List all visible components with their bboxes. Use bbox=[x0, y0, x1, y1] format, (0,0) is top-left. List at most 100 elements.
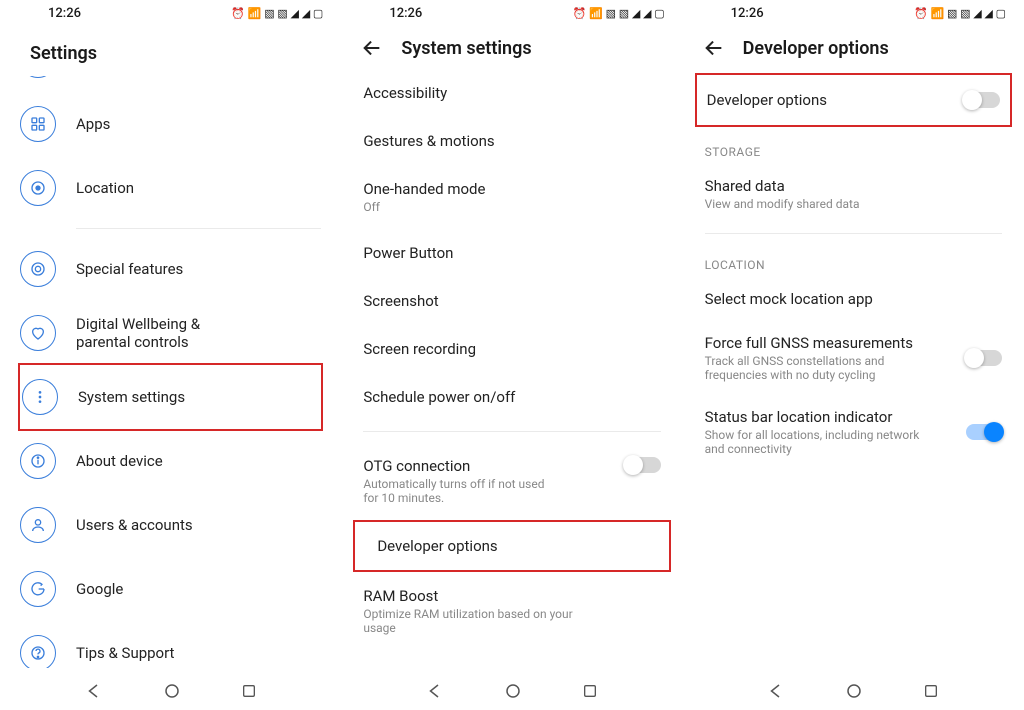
settings-item-label: Users & accounts bbox=[76, 516, 193, 534]
system-item-one-handed[interactable]: One-handed mode Off bbox=[341, 165, 682, 229]
screen-settings: 12:26 ⏰ 📶 ▧ ▧ ◢ ◢ ▢ Settings Battery App… bbox=[0, 0, 341, 710]
settings-item-special-features[interactable]: Special features bbox=[20, 237, 321, 301]
item-sub: Off bbox=[363, 200, 660, 214]
system-item-gestures[interactable]: Gestures & motions bbox=[341, 117, 682, 165]
settings-item-label: Apps bbox=[76, 115, 110, 133]
system-item-backup-reset[interactable]: Back up and reset bbox=[341, 650, 682, 668]
settings-item-users-accounts[interactable]: Users & accounts bbox=[20, 493, 321, 557]
screen-developer-options: 12:26 ⏰ 📶 ▧ ▧ ◢ ◢ ▢ Developer options De… bbox=[683, 0, 1024, 710]
status-bar: 12:26 ⏰ 📶 ▧ ▧ ◢ ◢ ▢ bbox=[0, 0, 341, 27]
settings-item-google[interactable]: Google bbox=[20, 557, 321, 621]
settings-item-tips-support[interactable]: Tips & Support bbox=[20, 621, 321, 668]
divider bbox=[76, 228, 321, 229]
nav-recent-icon[interactable] bbox=[241, 683, 257, 699]
system-item-screen-recording[interactable]: Screen recording bbox=[341, 325, 682, 373]
dev-item-status-bar-location[interactable]: Status bar location indicator Show for a… bbox=[683, 394, 1024, 468]
item-label: One-handed mode bbox=[363, 180, 660, 198]
settings-item-label: System settings bbox=[78, 388, 185, 406]
settings-item-apps[interactable]: Apps bbox=[20, 92, 321, 156]
settings-item-system-settings[interactable]: System settings bbox=[22, 365, 319, 429]
status-bar: 12:26 ⏰ 📶 ▧ ▧ ◢ ◢ ▢ bbox=[683, 0, 1024, 27]
nav-bar bbox=[683, 668, 1024, 710]
system-item-developer-options[interactable]: Developer options bbox=[365, 522, 658, 570]
special-icon bbox=[20, 251, 56, 287]
dev-options-master-toggle[interactable] bbox=[964, 92, 1000, 108]
item-label: Force full GNSS measurements bbox=[705, 334, 950, 352]
nav-recent-icon[interactable] bbox=[923, 683, 939, 699]
screen-system-settings: 12:26 ⏰ 📶 ▧ ▧ ◢ ◢ ▢ System settings Acce… bbox=[341, 0, 682, 710]
nav-bar bbox=[341, 668, 682, 710]
item-sub: Track all GNSS constellations and freque… bbox=[705, 354, 950, 382]
dev-item-mock-location[interactable]: Select mock location app bbox=[683, 276, 1024, 320]
nav-bar bbox=[0, 668, 341, 710]
divider bbox=[363, 431, 660, 432]
status-time: 12:26 bbox=[389, 6, 422, 21]
item-label: Screen recording bbox=[363, 340, 660, 358]
item-sub: Automatically turns off if not used for … bbox=[363, 477, 612, 505]
dev-item-gnss[interactable]: Force full GNSS measurements Track all G… bbox=[683, 320, 1024, 394]
back-button[interactable] bbox=[361, 37, 383, 59]
item-label: OTG connection bbox=[363, 457, 612, 475]
nav-recent-icon[interactable] bbox=[582, 683, 598, 699]
settings-item-battery[interactable]: Battery bbox=[20, 76, 321, 92]
location-icon bbox=[20, 170, 56, 206]
nav-back-icon[interactable] bbox=[767, 682, 785, 700]
settings-item-about-device[interactable]: About device bbox=[20, 429, 321, 493]
settings-item-label: Location bbox=[76, 179, 134, 197]
system-item-ram-boost[interactable]: RAM Boost Optimize RAM utilization based… bbox=[341, 572, 682, 650]
dev-item-shared-data[interactable]: Shared data View and modify shared data bbox=[683, 163, 1024, 223]
apps-icon bbox=[20, 106, 56, 142]
status-time: 12:26 bbox=[731, 6, 764, 21]
item-sub: Show for all locations, including networ… bbox=[705, 428, 950, 456]
item-label: Accessibility bbox=[363, 84, 660, 102]
user-icon bbox=[20, 507, 56, 543]
status-icons: ⏰ 📶 ▧ ▧ ◢ ◢ ▢ bbox=[231, 7, 323, 20]
item-label: Back up and reset bbox=[363, 665, 660, 668]
nav-back-icon[interactable] bbox=[85, 682, 103, 700]
page-title: Developer options bbox=[743, 38, 889, 59]
status-icons: ⏰ 📶 ▧ ▧ ◢ ◢ ▢ bbox=[914, 7, 1006, 20]
status-bar: 12:26 ⏰ 📶 ▧ ▧ ◢ ◢ ▢ bbox=[341, 0, 682, 27]
settings-item-location[interactable]: Location bbox=[20, 156, 321, 220]
dev-options-master-toggle-row[interactable]: Developer options bbox=[697, 75, 1010, 125]
more-vert-icon bbox=[22, 379, 58, 415]
settings-item-wellbeing[interactable]: Digital Wellbeing & parental controls bbox=[20, 301, 321, 365]
nav-back-icon[interactable] bbox=[426, 682, 444, 700]
system-item-power-button[interactable]: Power Button bbox=[341, 229, 682, 277]
help-icon bbox=[20, 635, 56, 668]
settings-item-label: Google bbox=[76, 580, 123, 598]
nav-home-icon[interactable] bbox=[504, 682, 522, 700]
page-title: Settings bbox=[30, 43, 97, 64]
heart-icon bbox=[20, 315, 56, 351]
settings-item-label: Tips & Support bbox=[76, 644, 174, 662]
item-label: Schedule power on/off bbox=[363, 388, 660, 406]
system-item-otg[interactable]: OTG connection Automatically turns off i… bbox=[341, 442, 682, 520]
item-label: Gestures & motions bbox=[363, 132, 660, 150]
item-label: Power Button bbox=[363, 244, 660, 262]
settings-item-label: About device bbox=[76, 452, 163, 470]
item-label: Screenshot bbox=[363, 292, 660, 310]
otg-toggle[interactable] bbox=[625, 457, 661, 473]
page-title: System settings bbox=[401, 38, 531, 59]
system-item-screenshot[interactable]: Screenshot bbox=[341, 277, 682, 325]
nav-home-icon[interactable] bbox=[163, 682, 181, 700]
item-label: Select mock location app bbox=[705, 290, 1002, 308]
google-icon bbox=[20, 571, 56, 607]
gnss-toggle[interactable] bbox=[966, 350, 1002, 366]
status-icons: ⏰ 📶 ▧ ▧ ◢ ◢ ▢ bbox=[573, 7, 665, 20]
system-item-accessibility[interactable]: Accessibility bbox=[341, 69, 682, 117]
settings-item-label: Special features bbox=[76, 260, 183, 278]
section-heading-storage: STORAGE bbox=[683, 131, 1024, 163]
info-icon bbox=[20, 443, 56, 479]
status-time: 12:26 bbox=[48, 6, 81, 21]
battery-icon bbox=[20, 76, 56, 78]
nav-home-icon[interactable] bbox=[845, 682, 863, 700]
item-sub: Optimize RAM utilization based on your u… bbox=[363, 607, 660, 635]
item-label: Status bar location indicator bbox=[705, 408, 950, 426]
item-label: Developer options bbox=[377, 537, 646, 555]
system-item-schedule-power[interactable]: Schedule power on/off bbox=[341, 373, 682, 421]
status-bar-location-toggle[interactable] bbox=[966, 424, 1002, 440]
back-button[interactable] bbox=[703, 37, 725, 59]
settings-item-label: Digital Wellbeing & parental controls bbox=[76, 315, 256, 351]
item-sub: View and modify shared data bbox=[705, 197, 1002, 211]
